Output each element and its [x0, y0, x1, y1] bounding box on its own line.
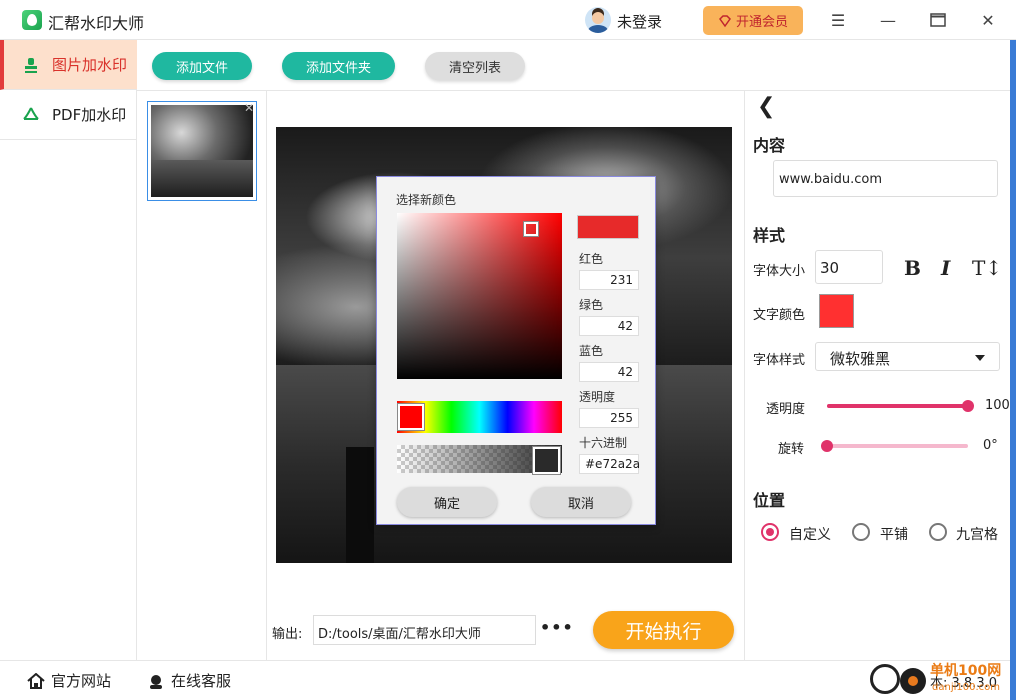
file-list: ✕ — [137, 90, 267, 660]
content-section-title: 内容 — [753, 136, 786, 155]
alpha-slider-handle[interactable] — [533, 447, 560, 474]
color-preview-swatch — [577, 215, 639, 239]
menu-icon[interactable]: ☰ — [826, 8, 850, 32]
login-status[interactable]: 未登录 — [617, 11, 662, 32]
back-chevron-icon[interactable]: ❮ — [757, 94, 775, 119]
app-title: 汇帮水印大师 — [48, 14, 145, 33]
maximize-icon[interactable] — [926, 8, 950, 32]
sidebar-item-label: 图片加水印 — [52, 56, 128, 74]
blue-label: 蓝色 — [579, 344, 604, 358]
text-size-button[interactable]: T↕ — [972, 256, 1002, 280]
clear-list-button[interactable]: 清空列表 — [425, 52, 525, 80]
position-option-label[interactable]: 自定义 — [789, 524, 831, 544]
support-link[interactable]: 在线客服 — [147, 670, 231, 691]
headset-icon — [150, 674, 162, 689]
vip-button-label: 开通会员 — [735, 15, 788, 30]
minimize-icon[interactable]: — — [876, 8, 900, 32]
font-family-value: 微软雅黑 — [830, 350, 891, 368]
hue-slider-handle[interactable] — [398, 404, 424, 430]
output-label: 输出: — [272, 627, 303, 642]
opacity-slider-handle[interactable] — [962, 400, 974, 412]
start-button[interactable]: 开始执行 — [593, 611, 734, 649]
title-bar: 汇帮水印大师 未登录 开通会员 ☰ — ✕ — [0, 0, 1016, 40]
chevron-down-icon — [975, 355, 985, 361]
opacity-label: 透明度 — [766, 402, 806, 417]
red-input[interactable]: 231 — [579, 270, 639, 290]
blue-input[interactable]: 42 — [579, 362, 639, 382]
font-family-select[interactable]: 微软雅黑 — [815, 342, 1000, 371]
add-folder-button[interactable]: 添加文件夹 — [282, 52, 395, 80]
diamond-icon — [719, 14, 731, 27]
close-icon[interactable]: ✕ — [976, 8, 1000, 32]
watermark-logo-icon — [900, 668, 926, 694]
saturation-value-handle[interactable] — [524, 222, 538, 236]
pdf-icon — [23, 107, 39, 120]
style-section-title: 样式 — [753, 226, 786, 245]
font-size-label: 字体大小 — [753, 264, 806, 279]
sidebar-item-pdf-watermark[interactable]: PDF加水印 — [0, 90, 137, 140]
output-path-field[interactable]: D:/tools/桌面/汇帮水印大师 — [313, 615, 536, 645]
toolbar: 添加文件 添加文件夹 清空列表 — [137, 40, 1016, 90]
position-section-title: 位置 — [753, 491, 786, 510]
site-watermark: 单机100网 — [930, 663, 1002, 679]
cancel-button[interactable]: 取消 — [531, 487, 631, 517]
rotate-slider[interactable] — [827, 444, 968, 448]
position-custom-radio[interactable] — [761, 523, 779, 541]
site-watermark-url: danji100.com — [932, 682, 1000, 693]
website-link-label: 官方网站 — [51, 672, 112, 690]
bold-button[interactable]: B — [904, 256, 921, 280]
thumbnail-image — [151, 105, 253, 197]
sidebar-item-image-watermark[interactable]: 图片加水印 — [0, 40, 137, 90]
rotate-label: 旋转 — [778, 442, 805, 457]
support-link-label: 在线客服 — [171, 672, 232, 690]
watermark-logo-icon — [870, 664, 900, 694]
color-picker-dialog: 选择新颜色 红色 231 绿色 42 蓝色 42 透明度 255 十六进制 #e… — [376, 176, 656, 525]
text-color-swatch[interactable] — [819, 294, 854, 328]
opacity-value: 100 — [985, 398, 1010, 413]
app-logo-icon — [22, 10, 42, 30]
sidebar: 图片加水印 PDF加水印 — [0, 40, 137, 660]
position-tile-radio[interactable] — [852, 523, 870, 541]
sidebar-item-label: PDF加水印 — [52, 106, 127, 124]
dialog-title: 选择新颜色 — [396, 193, 457, 207]
website-link[interactable]: 官方网站 — [27, 670, 111, 691]
ok-button[interactable]: 确定 — [397, 487, 497, 517]
home-icon — [27, 672, 45, 689]
rotate-value: 0° — [983, 438, 998, 453]
footer: 官方网站 在线客服 本: 3.8.3.0 — [0, 660, 1010, 700]
saturation-value-picker[interactable] — [397, 213, 562, 379]
user-avatar[interactable] — [585, 7, 611, 33]
rotate-slider-handle[interactable] — [821, 440, 833, 452]
alpha-label: 透明度 — [579, 390, 616, 404]
remove-file-icon[interactable]: ✕ — [244, 101, 254, 115]
vip-button[interactable]: 开通会员 — [703, 6, 803, 35]
font-style-label: 字体样式 — [753, 353, 806, 368]
hex-input[interactable]: #e72a2a — [579, 454, 640, 474]
font-size-input[interactable]: 30 — [815, 250, 883, 284]
hex-label: 十六进制 — [579, 436, 628, 450]
stamp-icon — [25, 57, 37, 73]
alpha-input[interactable]: 255 — [579, 408, 639, 428]
green-input[interactable]: 42 — [579, 316, 639, 336]
watermark-text-input[interactable]: www.baidu.com — [773, 160, 998, 197]
position-grid-radio[interactable] — [929, 523, 947, 541]
browse-output-button[interactable]: ••• — [540, 618, 574, 637]
text-color-label: 文字颜色 — [753, 308, 806, 323]
file-thumbnail[interactable]: ✕ — [147, 101, 257, 201]
position-option-label[interactable]: 九宫格 — [956, 524, 998, 544]
red-label: 红色 — [579, 252, 604, 266]
position-option-label[interactable]: 平铺 — [880, 524, 908, 544]
green-label: 绿色 — [579, 298, 604, 312]
add-file-button[interactable]: 添加文件 — [152, 52, 252, 80]
italic-button[interactable]: I — [941, 256, 950, 280]
